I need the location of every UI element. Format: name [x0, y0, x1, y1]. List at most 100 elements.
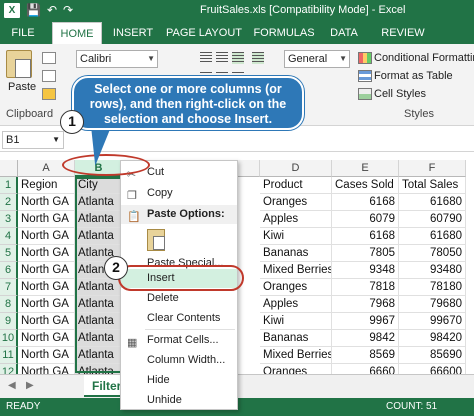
- row-header[interactable]: 5: [0, 245, 18, 262]
- table-cell[interactable]: 9967: [332, 313, 399, 330]
- cut-icon[interactable]: [42, 52, 56, 64]
- table-cell[interactable]: Atlanta: [75, 279, 123, 296]
- table-cell[interactable]: 78050: [399, 245, 466, 262]
- row-header[interactable]: 1: [0, 177, 18, 194]
- tab-page-layout[interactable]: PAGE LAYOUT: [164, 22, 244, 44]
- table-cell[interactable]: North GA: [18, 245, 75, 262]
- row-header[interactable]: 3: [0, 211, 18, 228]
- table-cell[interactable]: Cases Sold: [332, 177, 399, 194]
- row-header[interactable]: 10: [0, 330, 18, 347]
- table-cell[interactable]: North GA: [18, 347, 75, 364]
- menu-item-hide[interactable]: Hide: [121, 371, 237, 390]
- table-cell[interactable]: North GA: [18, 262, 75, 279]
- table-cell[interactable]: Apples: [260, 296, 332, 313]
- column-header-f[interactable]: F: [399, 160, 466, 177]
- table-cell[interactable]: Kiwi: [260, 228, 332, 245]
- table-cell[interactable]: Kiwi: [260, 313, 332, 330]
- table-cell[interactable]: 9842: [332, 330, 399, 347]
- menu-item-unhide[interactable]: Unhide: [121, 391, 237, 410]
- table-cell[interactable]: Atlanta: [75, 228, 123, 245]
- align-bottom-icon[interactable]: [232, 52, 244, 64]
- table-cell[interactable]: North GA: [18, 296, 75, 313]
- redo-icon[interactable]: ↷: [63, 3, 73, 18]
- paste-button-label[interactable]: Paste: [8, 81, 36, 93]
- align-middle-icon[interactable]: [216, 52, 228, 64]
- format-painter-icon[interactable]: [42, 88, 56, 100]
- table-cell[interactable]: North GA: [18, 228, 75, 245]
- table-cell[interactable]: 6168: [332, 228, 399, 245]
- undo-icon[interactable]: ↶: [47, 3, 57, 18]
- table-cell[interactable]: 7818: [332, 279, 399, 296]
- table-cell[interactable]: Mixed Berries: [260, 262, 332, 279]
- tab-data[interactable]: DATA: [324, 22, 364, 44]
- menu-item-cut[interactable]: ✂ Cut: [121, 163, 237, 182]
- table-cell[interactable]: 78180: [399, 279, 466, 296]
- table-cell[interactable]: Mixed Berries: [260, 347, 332, 364]
- select-all-corner[interactable]: [0, 160, 18, 177]
- menu-item-format-cells[interactable]: ▦ Format Cells...: [121, 331, 237, 350]
- save-icon[interactable]: 💾: [26, 3, 41, 18]
- table-cell[interactable]: 8569: [332, 347, 399, 364]
- menu-item-delete[interactable]: Delete: [121, 289, 237, 308]
- table-cell[interactable]: 6079: [332, 211, 399, 228]
- align-top-icon[interactable]: [200, 52, 212, 64]
- wrap-text-icon[interactable]: [252, 52, 264, 64]
- excel-app-icon[interactable]: X: [4, 3, 20, 18]
- table-cell[interactable]: North GA: [18, 313, 75, 330]
- table-cell[interactable]: Atlanta: [75, 313, 123, 330]
- table-cell[interactable]: Bananas: [260, 330, 332, 347]
- row-header[interactable]: 4: [0, 228, 18, 245]
- column-header-a[interactable]: A: [18, 160, 75, 177]
- name-box[interactable]: B1 ▼: [2, 131, 64, 149]
- menu-item-insert[interactable]: Insert: [121, 269, 237, 288]
- sheet-next-icon[interactable]: ▶: [26, 380, 34, 391]
- row-header[interactable]: 11: [0, 347, 18, 364]
- table-cell[interactable]: Atlanta: [75, 330, 123, 347]
- table-cell[interactable]: Oranges: [260, 194, 332, 211]
- table-cell[interactable]: 6168: [332, 194, 399, 211]
- row-header[interactable]: 9: [0, 313, 18, 330]
- format-as-table-button[interactable]: Format as Table: [374, 68, 453, 84]
- column-header-e[interactable]: E: [332, 160, 399, 177]
- table-cell[interactable]: Oranges: [260, 279, 332, 296]
- table-cell[interactable]: Atlanta: [75, 347, 123, 364]
- cell-styles-button[interactable]: Cell Styles: [374, 86, 426, 102]
- font-name-combo[interactable]: Calibri ▼: [76, 50, 158, 68]
- table-cell[interactable]: 93480: [399, 262, 466, 279]
- table-cell[interactable]: 9348: [332, 262, 399, 279]
- table-cell[interactable]: 7805: [332, 245, 399, 262]
- menu-item-copy[interactable]: ❐ Copy: [121, 184, 237, 203]
- tab-formulas[interactable]: FORMULAS: [250, 22, 318, 44]
- table-cell[interactable]: 98420: [399, 330, 466, 347]
- row-header[interactable]: 7: [0, 279, 18, 296]
- paste-icon[interactable]: [6, 50, 32, 78]
- table-cell[interactable]: City: [75, 177, 123, 194]
- table-cell[interactable]: Atlanta: [75, 194, 123, 211]
- table-cell[interactable]: 61680: [399, 228, 466, 245]
- table-cell[interactable]: 79680: [399, 296, 466, 313]
- table-cell[interactable]: North GA: [18, 211, 75, 228]
- table-cell[interactable]: Apples: [260, 211, 332, 228]
- tab-home[interactable]: HOME: [52, 22, 102, 44]
- tab-review[interactable]: REVIEW: [374, 22, 432, 44]
- table-cell[interactable]: 99670: [399, 313, 466, 330]
- menu-item-clear-contents[interactable]: Clear Contents: [121, 309, 237, 328]
- table-cell[interactable]: North GA: [18, 279, 75, 296]
- table-cell[interactable]: 61680: [399, 194, 466, 211]
- table-cell[interactable]: 85690: [399, 347, 466, 364]
- sheet-prev-icon[interactable]: ◀: [8, 380, 16, 391]
- table-cell[interactable]: Atlanta: [75, 211, 123, 228]
- table-cell[interactable]: Region: [18, 177, 75, 194]
- row-header[interactable]: 8: [0, 296, 18, 313]
- tab-file[interactable]: FILE: [0, 22, 46, 44]
- table-cell[interactable]: Bananas: [260, 245, 332, 262]
- paste-option-icon[interactable]: [147, 229, 165, 251]
- table-cell[interactable]: North GA: [18, 194, 75, 211]
- table-cell[interactable]: North GA: [18, 330, 75, 347]
- conditional-formatting-button[interactable]: Conditional Formatting: [374, 50, 474, 66]
- column-header-d[interactable]: D: [260, 160, 332, 177]
- menu-item-column-width[interactable]: Column Width...: [121, 351, 237, 370]
- table-cell[interactable]: Total Sales: [399, 177, 466, 194]
- number-format-combo[interactable]: General ▼: [284, 50, 350, 68]
- table-cell[interactable]: 60790: [399, 211, 466, 228]
